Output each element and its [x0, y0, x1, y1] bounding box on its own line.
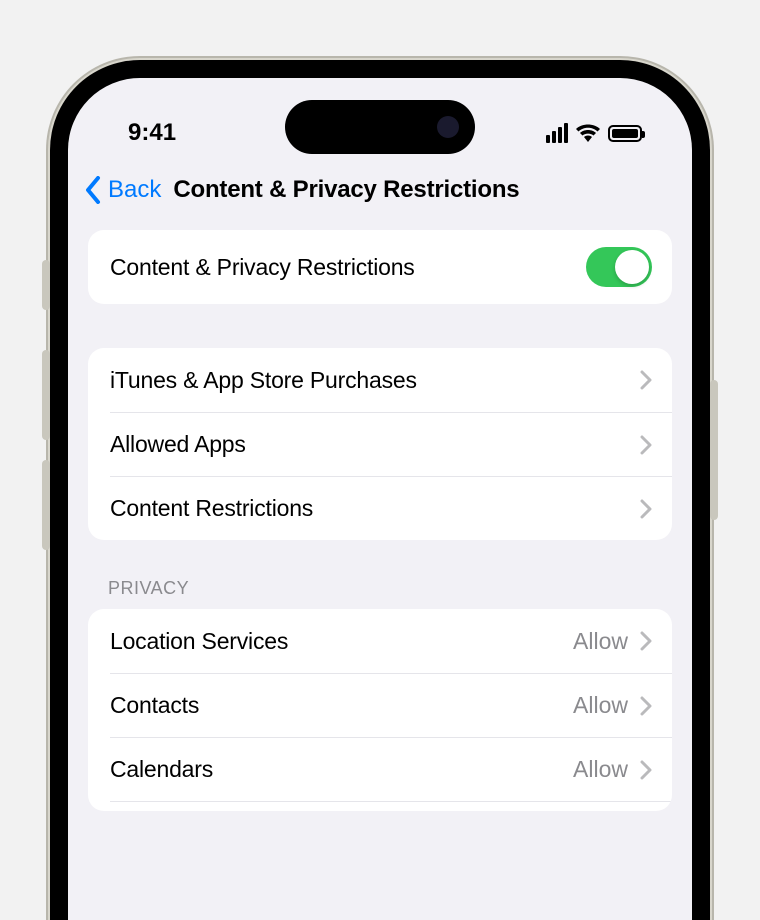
content-restrictions-row[interactable]: Content Restrictions	[110, 476, 672, 540]
volume-down-button	[42, 460, 50, 550]
chevron-right-icon	[640, 760, 652, 780]
nav-bar: Back Content & Privacy Restrictions	[68, 158, 692, 216]
chevron-right-icon	[640, 370, 652, 390]
status-right	[546, 123, 642, 143]
row-value: Allow	[573, 628, 628, 655]
toggle-label: Content & Privacy Restrictions	[110, 254, 586, 281]
chevron-right-icon	[640, 499, 652, 519]
restrictions-group: iTunes & App Store Purchases Allowed App…	[88, 348, 672, 540]
row-label: Calendars	[110, 756, 573, 783]
chevron-left-icon[interactable]	[84, 176, 102, 204]
volume-up-button	[42, 350, 50, 440]
phone-frame: 9:41 Back Content & Privacy Res	[50, 60, 710, 920]
itunes-app-store-row[interactable]: iTunes & App Store Purchases	[88, 348, 672, 412]
allowed-apps-row[interactable]: Allowed Apps	[110, 412, 672, 476]
chevron-right-icon	[640, 631, 652, 651]
content-privacy-toggle-row[interactable]: Content & Privacy Restrictions	[88, 230, 672, 304]
calendars-row[interactable]: Calendars Allow	[110, 737, 672, 801]
dynamic-island	[285, 100, 475, 154]
front-camera	[437, 116, 459, 138]
row-label: Content Restrictions	[110, 495, 640, 522]
screen: 9:41 Back Content & Privacy Res	[68, 78, 692, 920]
row-label: iTunes & App Store Purchases	[110, 367, 640, 394]
switch-on[interactable]	[586, 247, 652, 287]
status-time: 9:41	[128, 119, 176, 147]
next-row-partial[interactable]	[110, 801, 672, 811]
privacy-section-header: PRIVACY	[88, 578, 672, 609]
cellular-signal-icon	[546, 123, 568, 143]
row-label: Allowed Apps	[110, 431, 640, 458]
toggle-group: Content & Privacy Restrictions	[88, 230, 672, 304]
row-label: Contacts	[110, 692, 573, 719]
back-button[interactable]: Back	[108, 176, 161, 204]
row-label: Location Services	[110, 628, 573, 655]
content: Content & Privacy Restrictions iTunes & …	[68, 216, 692, 811]
battery-icon	[608, 125, 642, 142]
location-services-row[interactable]: Location Services Allow	[88, 609, 672, 673]
page-title: Content & Privacy Restrictions	[173, 176, 519, 204]
wifi-icon	[576, 124, 600, 142]
row-value: Allow	[573, 756, 628, 783]
chevron-right-icon	[640, 435, 652, 455]
chevron-right-icon	[640, 696, 652, 716]
side-button	[42, 260, 50, 310]
contacts-row[interactable]: Contacts Allow	[110, 673, 672, 737]
power-button	[710, 380, 718, 520]
switch-knob	[615, 250, 649, 284]
privacy-group: Location Services Allow Contacts Allow C…	[88, 609, 672, 811]
row-value: Allow	[573, 692, 628, 719]
